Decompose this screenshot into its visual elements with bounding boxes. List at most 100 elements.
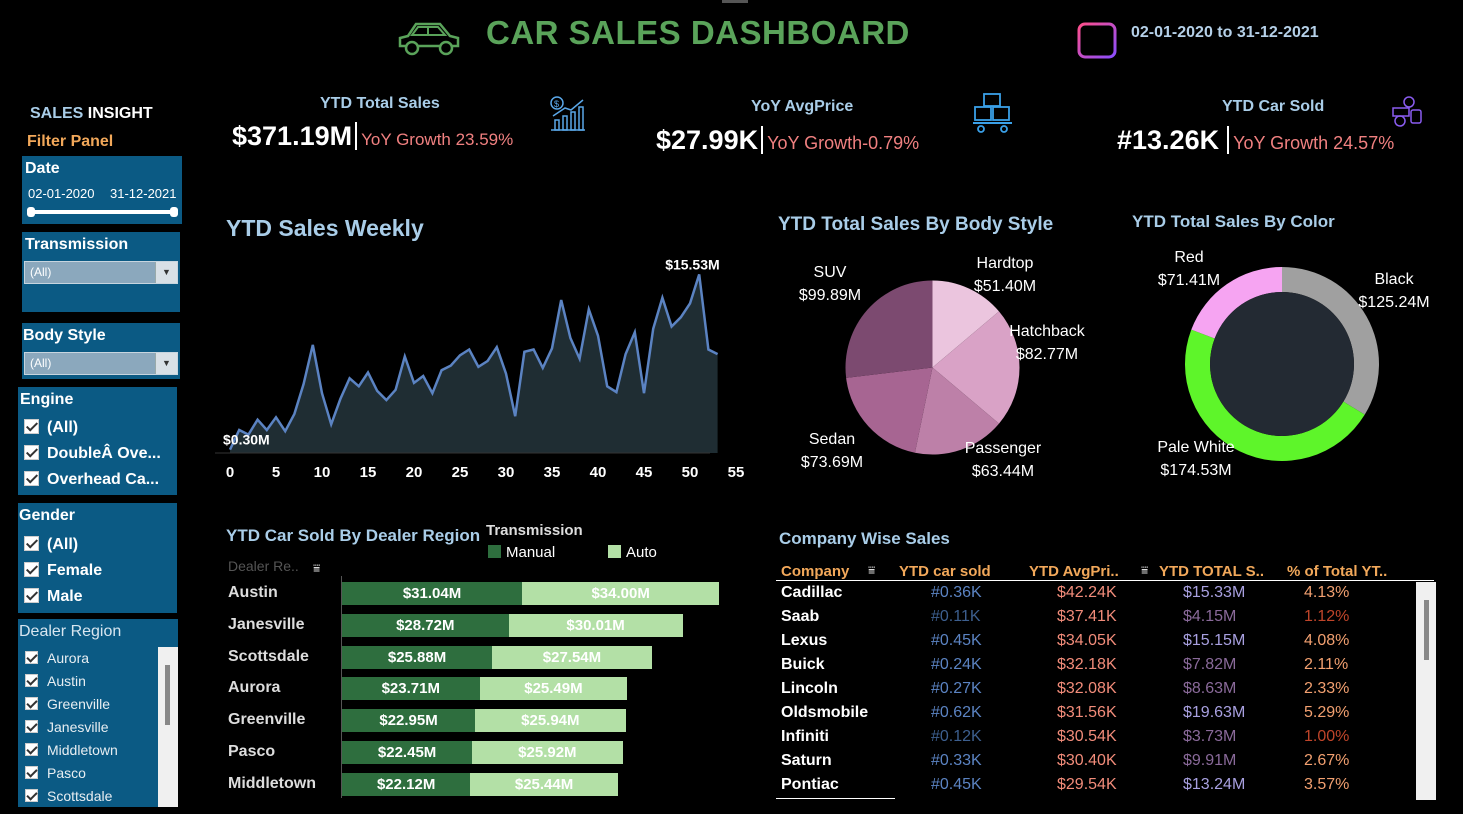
- bar-segment-auto[interactable]: $25.92M: [472, 741, 623, 764]
- table-row[interactable]: Saturn #0.33K $30.40K $9.91M 2.67%: [776, 750, 1416, 774]
- dealer-region-option[interactable]: Janesville: [25, 719, 108, 735]
- bar-segment-auto[interactable]: $34.00M: [522, 582, 720, 605]
- table-footer-divider: [776, 798, 895, 799]
- dealer-region-option[interactable]: Middletown: [25, 742, 118, 758]
- date-filter: Date 02-01-2020 31-12-2021: [22, 156, 182, 224]
- bar-segment-auto[interactable]: $25.44M: [470, 772, 618, 796]
- table-row[interactable]: Oldsmobile #0.62K $31.56K $19.63M 5.29%: [776, 702, 1416, 726]
- chevron-down-icon[interactable]: ▼: [155, 262, 177, 283]
- col-header-avg-price[interactable]: YTD AvgPri..: [1029, 563, 1119, 580]
- company-table-title: Company Wise Sales: [779, 529, 950, 548]
- checkbox-checked-icon[interactable]: [24, 445, 39, 460]
- table-row[interactable]: Pontiac #0.45K $29.54K $13.24M 3.57%: [776, 774, 1416, 798]
- table-cell: $13.24M: [1183, 776, 1246, 793]
- checkbox-checked-icon[interactable]: [25, 651, 38, 664]
- bar-segment-manual[interactable]: $23.71M: [342, 677, 480, 701]
- table-cell: 4.08%: [1304, 632, 1350, 649]
- dealer-region-option[interactable]: Austin: [25, 673, 86, 689]
- table-cell: #0.24K: [931, 656, 982, 673]
- dealer-region-scrollbar[interactable]: [158, 647, 178, 807]
- table-row[interactable]: Infiniti #0.12K $30.54K $3.73M 1.00%: [776, 726, 1416, 750]
- x-tick-label: 50: [682, 464, 699, 481]
- checkbox-checked-icon[interactable]: [25, 743, 38, 756]
- table-cell: $19.63M: [1183, 704, 1246, 721]
- donut-label-pale-white: Pale White $174.53M: [1146, 436, 1246, 482]
- table-cell: 2.67%: [1304, 752, 1350, 769]
- checkbox-checked-icon[interactable]: [24, 536, 39, 551]
- weekly-sales-chart: 0 5 10 15 20 25 30 35 40 45 50 55 $0.30M $15.53M: [215, 256, 744, 481]
- x-tick-label: 45: [636, 464, 653, 481]
- table-row[interactable]: Saab #0.11K $37.41K $4.15M 1.12%: [776, 606, 1416, 630]
- table-cell: $37.41K: [1057, 608, 1117, 625]
- gender-option-male[interactable]: Male: [24, 588, 83, 606]
- date-slider-track[interactable]: [30, 210, 176, 214]
- table-row[interactable]: Cadillac #0.36K $42.24K $15.33M 4.13%: [776, 582, 1416, 606]
- checkbox-checked-icon[interactable]: [24, 588, 39, 603]
- bar-segment-manual[interactable]: $31.04M: [342, 582, 523, 605]
- gender-option-female[interactable]: Female: [24, 562, 102, 580]
- table-row[interactable]: Buick #0.24K $32.18K $7.82M 2.11%: [776, 654, 1416, 678]
- scrollbar-thumb[interactable]: [1424, 600, 1429, 660]
- checkbox-checked-icon[interactable]: [24, 419, 39, 434]
- engine-option-overhead-cam[interactable]: Overhead Ca...: [24, 471, 159, 489]
- date-slider-start-handle[interactable]: [27, 207, 35, 217]
- table-cell: 5.29%: [1304, 704, 1350, 721]
- sort-icon[interactable]: ⩸: [313, 561, 320, 576]
- dealer-region-option[interactable]: Aurora: [25, 650, 89, 666]
- bar-segment-manual[interactable]: $22.95M: [342, 709, 476, 733]
- engine-option-double-overhead[interactable]: DoubleÂ Ove...: [24, 445, 161, 463]
- checkbox-checked-icon[interactable]: [25, 720, 38, 733]
- sort-icon[interactable]: ⩸: [1141, 563, 1148, 578]
- dealer-region-option[interactable]: Greenville: [25, 696, 110, 712]
- calendar-icon: [1076, 18, 1118, 65]
- date-slider-end-handle[interactable]: [170, 207, 178, 217]
- checkbox-checked-icon[interactable]: [25, 674, 38, 687]
- table-cell: $32.18K: [1057, 656, 1117, 673]
- dealer-region-column-header: Dealer Re..: [228, 558, 299, 574]
- col-header-total-sales[interactable]: YTD TOTAL S..: [1159, 563, 1264, 580]
- dealer-region-option[interactable]: Pasco: [25, 765, 86, 781]
- pie-category: SUV: [813, 264, 847, 281]
- x-tick-label: 40: [590, 464, 607, 481]
- chevron-down-icon[interactable]: ▼: [155, 353, 177, 374]
- table-cell: 4.13%: [1304, 584, 1350, 601]
- gender-option-all[interactable]: (All): [24, 536, 78, 554]
- bar-segment-manual[interactable]: $22.45M: [342, 741, 473, 764]
- checkbox-checked-icon[interactable]: [24, 562, 39, 577]
- table-cell: #0.27K: [931, 680, 982, 697]
- bar-segment-auto[interactable]: $25.49M: [479, 677, 628, 701]
- checkbox-checked-icon[interactable]: [24, 471, 39, 486]
- scrollbar-thumb[interactable]: [165, 665, 170, 725]
- checkbox-checked-icon[interactable]: [25, 766, 38, 779]
- table-cell: $30.54K: [1057, 728, 1117, 745]
- table-cell: 2.33%: [1304, 680, 1350, 697]
- dealer-region-option[interactable]: Scottsdale: [25, 788, 112, 804]
- sort-icon[interactable]: ⩸: [868, 563, 875, 578]
- table-row[interactable]: Lincoln #0.27K $32.08K $8.63M 2.33%: [776, 678, 1416, 702]
- bar-segment-auto[interactable]: $30.01M: [508, 613, 683, 637]
- checkbox-checked-icon[interactable]: [25, 789, 38, 802]
- legend-swatch-manual: [488, 545, 501, 558]
- body-style-dropdown-value: (All): [30, 356, 52, 370]
- col-header-pct-total[interactable]: % of Total YT..: [1287, 563, 1387, 580]
- bar-segment-auto[interactable]: $25.94M: [475, 709, 626, 733]
- top-handle[interactable]: [722, 0, 748, 3]
- col-header-car-sold[interactable]: YTD car sold: [899, 563, 991, 580]
- body-style-dropdown[interactable]: (All) ▼: [24, 352, 178, 375]
- transmission-dropdown[interactable]: (All) ▼: [24, 261, 178, 284]
- bar-segment-manual[interactable]: $28.72M: [342, 613, 509, 637]
- bar-segment-manual[interactable]: $25.88M: [342, 645, 493, 669]
- insight-suffix: INSIGHT: [87, 105, 153, 122]
- table-row[interactable]: Lexus #0.45K $34.05K $15.15M 4.08%: [776, 630, 1416, 654]
- filter-panel-title: Filter Panel: [27, 133, 114, 150]
- engine-option-all[interactable]: (All): [24, 419, 78, 437]
- checkbox-checked-icon[interactable]: [25, 697, 38, 710]
- col-header-company[interactable]: Company: [781, 563, 849, 580]
- bar-segment-auto[interactable]: $27.54M: [492, 645, 652, 669]
- bar-category-label: Austin: [228, 584, 278, 601]
- kpi-value: $371.19M: [232, 121, 353, 151]
- dealer-region-chart-title: YTD Car Sold By Dealer Region: [226, 526, 481, 545]
- table-scrollbar[interactable]: [1416, 582, 1436, 800]
- bar-segment-manual[interactable]: $22.12M: [342, 772, 471, 796]
- gender-option-label: Male: [47, 588, 83, 605]
